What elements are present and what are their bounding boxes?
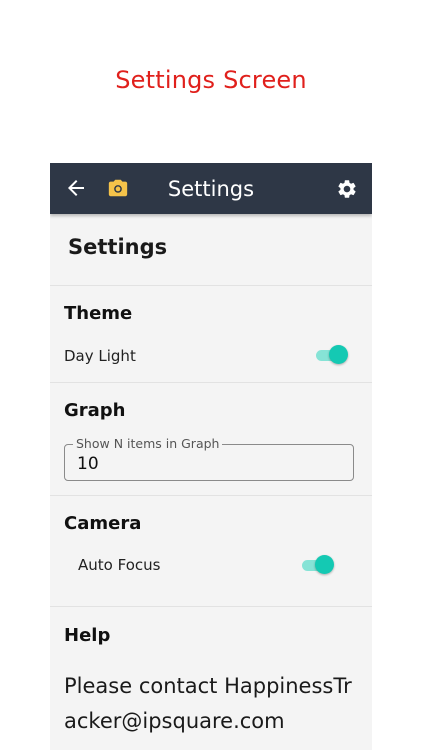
page-title: Settings: [68, 235, 168, 259]
section-title-camera: Camera: [64, 513, 142, 534]
day-light-toggle[interactable]: [316, 345, 348, 365]
divider: [50, 495, 372, 496]
divider: [50, 285, 372, 286]
app-bar: Settings: [50, 163, 372, 214]
help-contact-text: Please contact HappinessTracker@ipsquare…: [64, 674, 352, 733]
auto-focus-toggle[interactable]: [302, 555, 334, 575]
toggle-thumb: [329, 345, 348, 364]
screen-caption: Settings Screen: [115, 66, 307, 94]
graph-items-field-label: Show N items in Graph: [73, 436, 223, 451]
auto-focus-label: Auto Focus: [78, 556, 161, 574]
graph-items-field-value[interactable]: 10: [77, 454, 99, 474]
divider: [50, 606, 372, 607]
section-title-theme: Theme: [64, 303, 133, 324]
app-screen: Settings Settings Theme Day Light Graph …: [50, 163, 372, 750]
divider: [50, 382, 372, 383]
graph-items-field[interactable]: Show N items in Graph 10: [64, 436, 354, 481]
section-title-graph: Graph: [64, 400, 126, 421]
app-bar-title: Settings: [167, 177, 255, 201]
section-title-help: Help: [64, 625, 111, 646]
gear-icon[interactable]: [336, 178, 358, 200]
day-light-label: Day Light: [64, 347, 136, 365]
toggle-thumb: [315, 555, 334, 574]
